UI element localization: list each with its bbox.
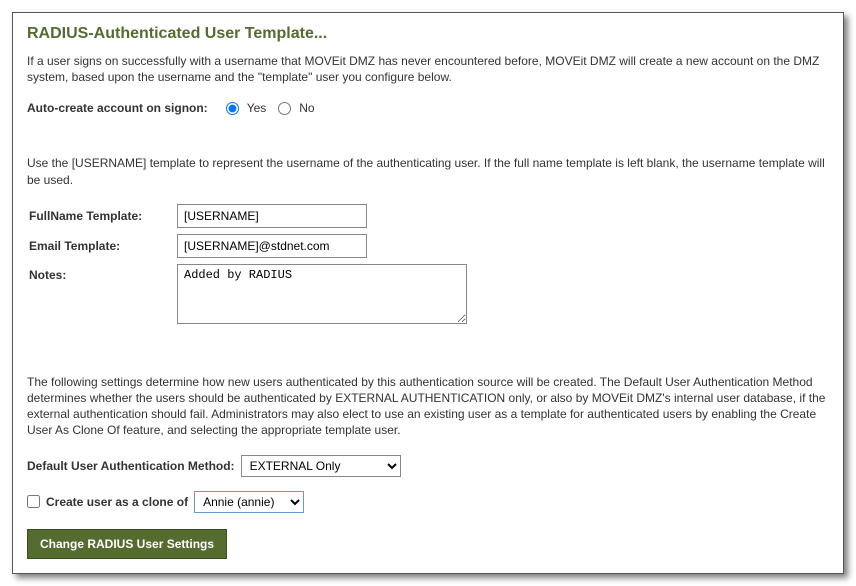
fullname-row: FullName Template: <box>27 204 829 228</box>
notes-label: Notes: <box>27 264 177 282</box>
page-title: RADIUS-Authenticated User Template... <box>27 25 829 43</box>
fullname-input[interactable] <box>177 204 367 228</box>
change-radius-settings-button[interactable]: Change RADIUS User Settings <box>27 529 227 559</box>
clone-checkbox[interactable] <box>27 495 40 508</box>
auto-create-no-label: No <box>299 101 314 115</box>
auto-create-yes-label: Yes <box>247 101 267 115</box>
fullname-label: FullName Template: <box>27 209 177 223</box>
auto-create-label: Auto-create account on signon: <box>27 101 208 115</box>
clone-row: Create user as a clone of Annie (annie) <box>27 491 829 513</box>
auth-method-select[interactable]: EXTERNAL Only <box>241 455 401 477</box>
auth-method-paragraph: The following settings determine how new… <box>27 374 829 439</box>
radius-user-template-panel: RADIUS-Authenticated User Template... If… <box>12 12 844 574</box>
auto-create-no-radio[interactable] <box>278 102 291 115</box>
clone-user-select[interactable]: Annie (annie) <box>194 491 304 513</box>
clone-checkbox-label: Create user as a clone of <box>46 495 188 509</box>
auto-create-row: Auto-create account on signon: Yes No <box>27 101 829 115</box>
auth-method-label: Default User Authentication Method: <box>27 459 235 473</box>
notes-row: Notes: Added by RADIUS <box>27 264 829 324</box>
auth-method-row: Default User Authentication Method: EXTE… <box>27 455 829 477</box>
notes-textarea[interactable]: Added by RADIUS <box>177 264 467 324</box>
auto-create-radio-group: Yes No <box>220 101 315 115</box>
intro-paragraph: If a user signs on successfully with a u… <box>27 53 829 85</box>
email-input[interactable] <box>177 234 367 258</box>
email-row: Email Template: <box>27 234 829 258</box>
auto-create-yes-radio[interactable] <box>226 102 239 115</box>
template-hint-paragraph: Use the [USERNAME] template to represent… <box>27 155 829 187</box>
email-label: Email Template: <box>27 239 177 253</box>
